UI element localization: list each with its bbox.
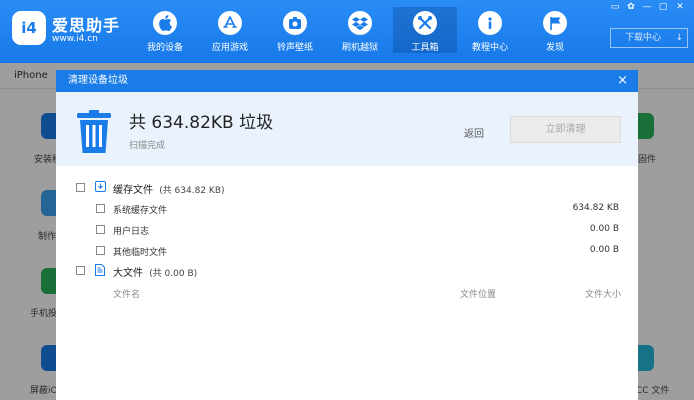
document-icon [95,264,105,276]
nav-label: 铃声壁纸 [276,43,313,53]
apple-icon [153,11,177,35]
column-header-size[interactable]: 文件大小 [585,287,621,300]
clean-now-button[interactable]: 立即清理 [510,116,621,143]
download-arrow-icon: ↓ [675,33,683,43]
dialog-close-icon[interactable]: × [617,70,628,92]
item-checkbox[interactable] [96,246,105,255]
dropbox-icon [348,11,372,35]
nav-my-device[interactable]: 我的设备 [133,7,197,53]
nav-ringtones[interactable]: 铃声壁纸 [263,7,327,53]
trash-icon [74,110,114,154]
item-name: 其他临时文件 [113,248,168,258]
ringtone-icon [283,11,307,35]
cache-count: (共 634.82 KB) [159,186,225,196]
cache-label: 缓存文件 [113,185,153,196]
window-restore-icon[interactable]: ▭ [610,2,620,12]
nav-toolbox[interactable]: 工具箱 [393,7,457,53]
column-header-location[interactable]: 文件位置 [460,287,496,300]
brand-name: 爱思助手 [52,16,121,35]
close-icon[interactable]: ✕ [675,2,685,12]
nav-label: 我的设备 [146,43,183,53]
junk-total: 共 634.82KB 垃圾 [129,113,274,133]
item-name: 系统缓存文件 [113,206,168,216]
large-files-label: 大文件 [113,268,143,279]
app-store-icon [218,11,242,35]
back-button[interactable]: 返回 [464,125,484,140]
clean-junk-dialog: 清理设备垃圾 × 共 634.82KB 垃圾 扫描完成 返回 立即清理 缓存文件… [56,70,638,400]
flag-icon [543,11,567,35]
nav-flash-jailbreak[interactable]: 刷机越狱 [328,7,392,53]
large-files-count: (共 0.00 B) [149,269,198,279]
nav-label: 工具箱 [411,43,439,53]
item-checkbox[interactable] [96,204,105,213]
dialog-title: 清理设备垃圾 [68,75,128,86]
top-bar: i4 爱思助手 www.i4.cn 我的设备 应用游戏 铃声壁纸 刷机越狱 工具… [0,0,694,63]
cache-group-label: 缓存文件 (共 634.82 KB) [113,181,225,196]
site-url: www.i4.cn [52,34,98,44]
scan-status: 扫描完成 [129,141,166,151]
nav-tutorials[interactable]: 教程中心 [458,7,522,53]
skin-icon[interactable]: ✿ [626,2,636,12]
large-files-checkbox[interactable] [76,266,85,275]
dialog-header: 清理设备垃圾 × [56,70,638,92]
item-size: 0.00 B [589,224,619,234]
download-center-button[interactable]: 下载中心 ↓ [610,28,688,48]
item-size: 634.82 KB [572,203,619,213]
nav-apps-games[interactable]: 应用游戏 [198,7,262,53]
item-name: 用户日志 [113,227,150,237]
maximize-icon[interactable]: ▢ [658,2,668,12]
nav-label: 发现 [545,43,564,53]
nav-discover[interactable]: 发现 [523,7,587,53]
download-center-label: 下载中心 [625,33,662,43]
download-box-icon [95,181,106,192]
item-checkbox[interactable] [96,225,105,234]
tools-icon [413,11,437,35]
nav-label: 应用游戏 [211,43,248,53]
nav-label: 刷机越狱 [341,43,378,53]
dialog-summary: 共 634.82KB 垃圾 扫描完成 返回 立即清理 [56,92,638,166]
nav-label: 教程中心 [471,43,508,53]
item-size: 0.00 B [589,245,619,255]
app-logo: i4 [12,11,46,45]
info-icon [478,11,502,35]
large-files-group-label: 大文件 (共 0.00 B) [113,264,197,279]
minimize-icon[interactable]: — [642,2,652,12]
column-header-name[interactable]: 文件名 [113,287,140,300]
cache-checkbox[interactable] [76,183,85,192]
